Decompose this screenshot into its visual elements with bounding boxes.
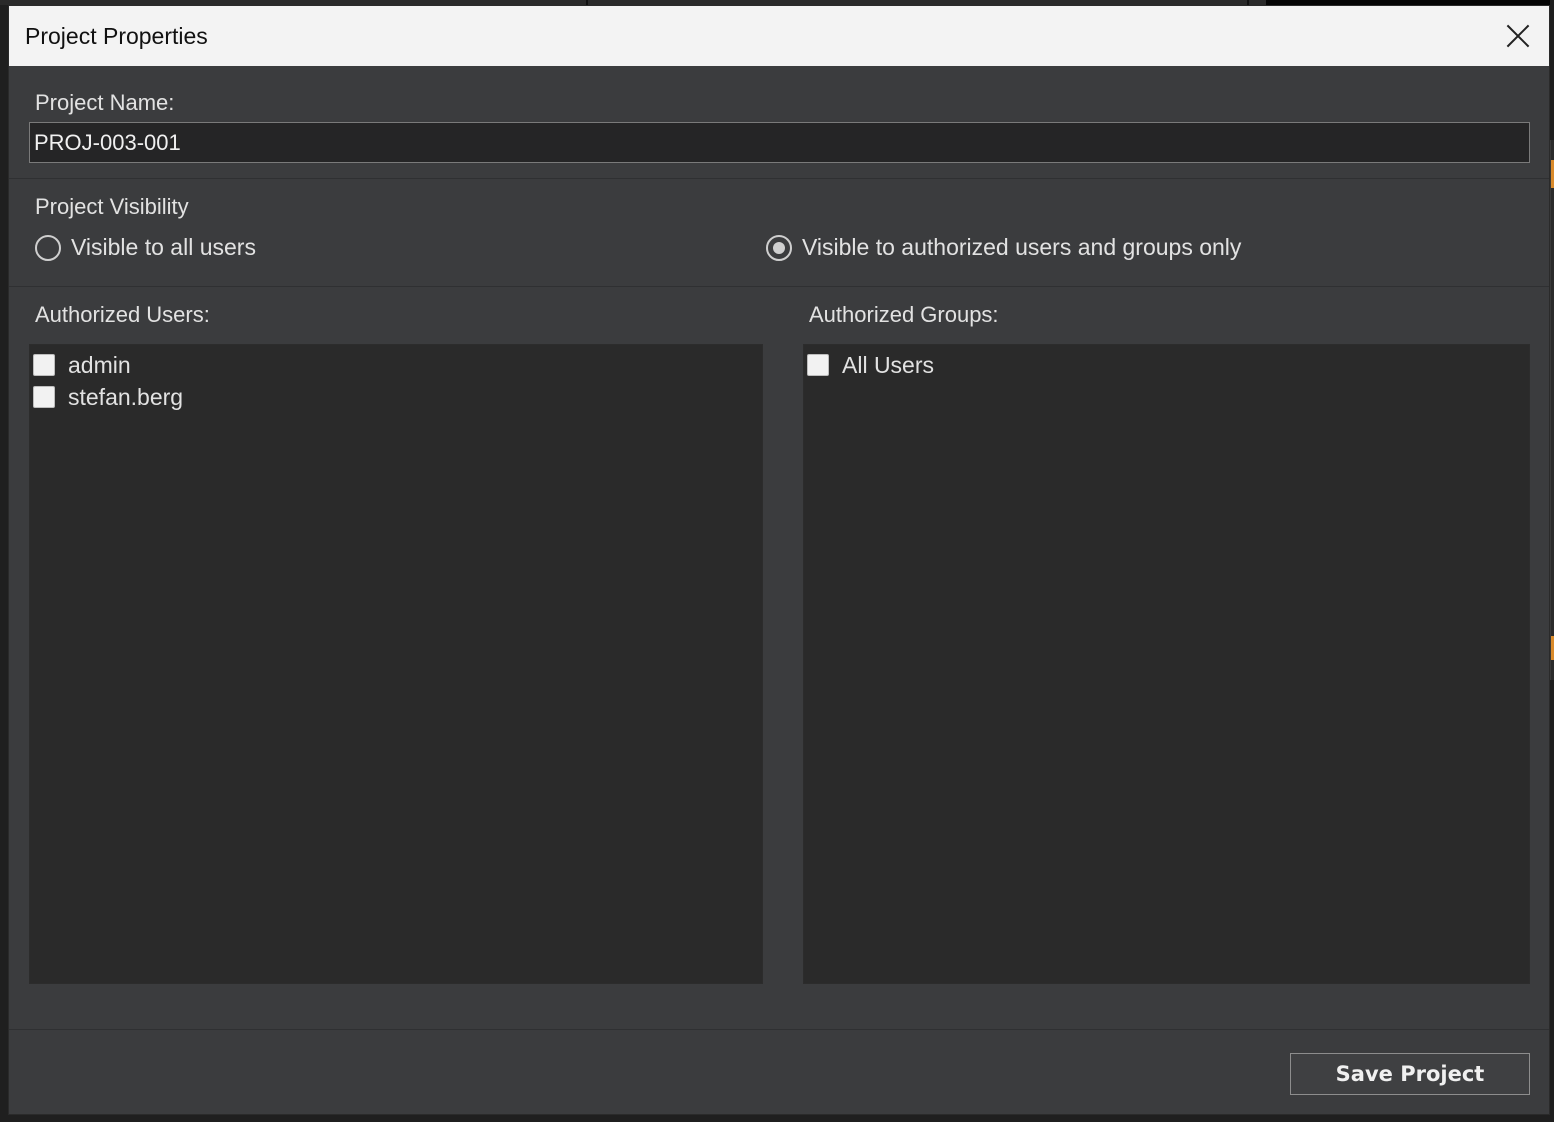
project-visibility-section: Project Visibility Visible to all users … xyxy=(9,180,1549,287)
radio-visible-all-users[interactable]: Visible to all users xyxy=(35,234,256,261)
background-panel xyxy=(1550,140,1554,680)
dialog-titlebar: Project Properties xyxy=(9,6,1549,66)
authorized-groups-label: Authorized Groups: xyxy=(809,302,999,327)
radio-button-selected[interactable] xyxy=(766,234,792,261)
radio-label: Visible to all users xyxy=(71,234,256,260)
list-item-user-admin[interactable]: admin xyxy=(30,349,762,381)
save-project-button[interactable]: Save Project xyxy=(1290,1053,1530,1095)
list-item-user-stefan-berg[interactable]: stefan.berg xyxy=(30,381,762,413)
project-properties-dialog: Project Properties Project Name: Project… xyxy=(8,5,1550,1115)
checkbox[interactable] xyxy=(33,386,55,408)
background-app-edge xyxy=(1550,0,1554,1122)
dialog-footer: Save Project xyxy=(9,1031,1549,1114)
list-item-label: stefan.berg xyxy=(68,383,184,410)
project-name-input[interactable] xyxy=(29,122,1530,163)
list-item-label: All Users xyxy=(842,351,935,378)
list-item-label: admin xyxy=(68,351,131,378)
authorized-users-label: Authorized Users: xyxy=(35,302,210,327)
close-icon[interactable] xyxy=(1501,19,1535,53)
dialog-title: Project Properties xyxy=(25,22,208,49)
project-visibility-label: Project Visibility xyxy=(35,194,189,219)
radio-button[interactable] xyxy=(35,234,61,261)
authorized-users-list[interactable]: admin stefan.berg xyxy=(29,344,763,984)
list-item-group-all-users[interactable]: All Users xyxy=(804,349,1529,381)
checkbox[interactable] xyxy=(33,354,55,376)
radio-label: Visible to authorized users and groups o… xyxy=(802,234,1242,260)
authorization-section: Authorized Users: Authorized Groups: adm… xyxy=(9,288,1549,1030)
checkbox[interactable] xyxy=(807,354,829,376)
radio-visible-authorized-only[interactable]: Visible to authorized users and groups o… xyxy=(766,234,1241,261)
project-name-label: Project Name: xyxy=(35,90,175,115)
authorized-groups-list[interactable]: All Users xyxy=(803,344,1530,984)
project-name-section: Project Name: xyxy=(9,66,1549,179)
